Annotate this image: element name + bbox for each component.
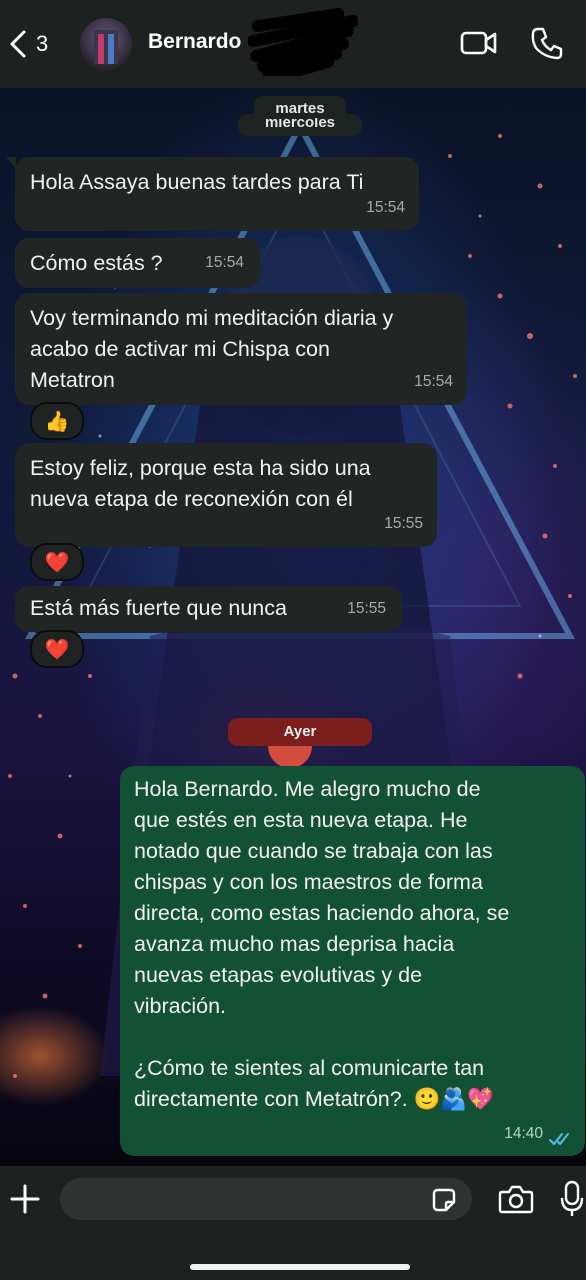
message-text-line: vibración. [134,994,227,1018]
heart-icon: ❤️ [44,638,70,661]
message-text-line: nuevas etapas evolutivas y de [134,963,423,987]
video-call-icon[interactable] [460,26,498,60]
camera-icon[interactable] [498,1184,534,1214]
chevron-left-icon [10,30,26,58]
message-text-line: chispas y con los maestros de forma [134,870,483,894]
message-text-line: avanza mucho mas deprisa hacia [134,932,455,956]
message-text-line: Estoy feliz, porque esta ha sido una [30,456,371,480]
home-indicator [190,1264,410,1270]
reaction-badge[interactable]: ❤️ [30,543,84,581]
back-button[interactable]: 3 [8,26,48,62]
message-text: Hola Assaya buenas tardes para Ti [30,170,364,194]
message-text-line: nueva etapa de reconexión con él [30,487,353,511]
message-time: 15:54 [366,199,405,216]
unread-count: 3 [36,31,49,56]
plus-icon[interactable] [10,1184,40,1214]
message-text-line: Voy terminando mi meditación diaria y [30,306,394,330]
message-text-line: Hola Bernardo. Me alegro mucho de [134,777,481,801]
date-label-front: martes [275,100,325,117]
date-separator-front: martes [254,96,346,118]
composer-bar [0,1166,586,1280]
redaction-scribble [248,8,358,76]
microphone-icon[interactable] [560,1180,584,1218]
sticker-icon[interactable] [430,1186,458,1214]
message-text-line: acabo de activar mi Chispa con [30,337,330,361]
reaction-badge[interactable]: 👍 [30,402,84,440]
chat-header: 3 Bernardo [0,0,586,88]
message-text-line: notado que cuando se trabaja con las [134,839,493,863]
date-separator: Ayer [228,718,372,746]
contact-name[interactable]: Bernardo [148,30,241,54]
double-check-icon [549,1133,569,1145]
incoming-message[interactable]: Cómo estás ? 15:54 [15,238,260,288]
thumbs-up-icon: 👍 [44,410,70,433]
message-text: Está más fuerte que nunca [30,596,287,620]
outgoing-message[interactable]: Hola Bernardo. Me alegro mucho de que es… [120,766,585,1156]
phone-icon[interactable] [530,26,564,60]
message-text-line: directa, como estas haciendo ahora, se [134,901,510,925]
reaction-badge[interactable]: ❤️ [30,630,84,668]
message-text-line: que estés en esta nueva etapa. He [134,808,468,832]
message-text: Cómo estás ? [30,251,163,275]
message-time: 15:55 [347,600,386,617]
message-time: 14:40 [504,1125,543,1142]
avatar-image [94,30,118,64]
message-text-line: ¿Cómo te sientes al comunicarte tan [134,1056,485,1080]
message-text-line: Metatron [30,368,115,392]
message-input[interactable] [60,1178,472,1220]
message-text-line: directamente con Metatrón?. 🙂🫂💖 [134,1087,494,1111]
incoming-message[interactable]: Hola Assaya buenas tardes para Ti 15:54 [15,157,419,231]
date-label: Ayer [283,723,317,740]
message-time: 15:54 [205,254,244,271]
message-time: 15:54 [414,373,453,390]
incoming-message[interactable]: Voy terminando mi meditación diaria y ac… [15,293,467,405]
avatar[interactable] [80,18,132,70]
incoming-message[interactable]: Está más fuerte que nunca 15:55 [15,586,402,632]
message-time: 15:55 [384,515,423,532]
incoming-message[interactable]: Estoy feliz, porque esta ha sido una nue… [15,443,437,547]
heart-icon: ❤️ [44,551,70,574]
